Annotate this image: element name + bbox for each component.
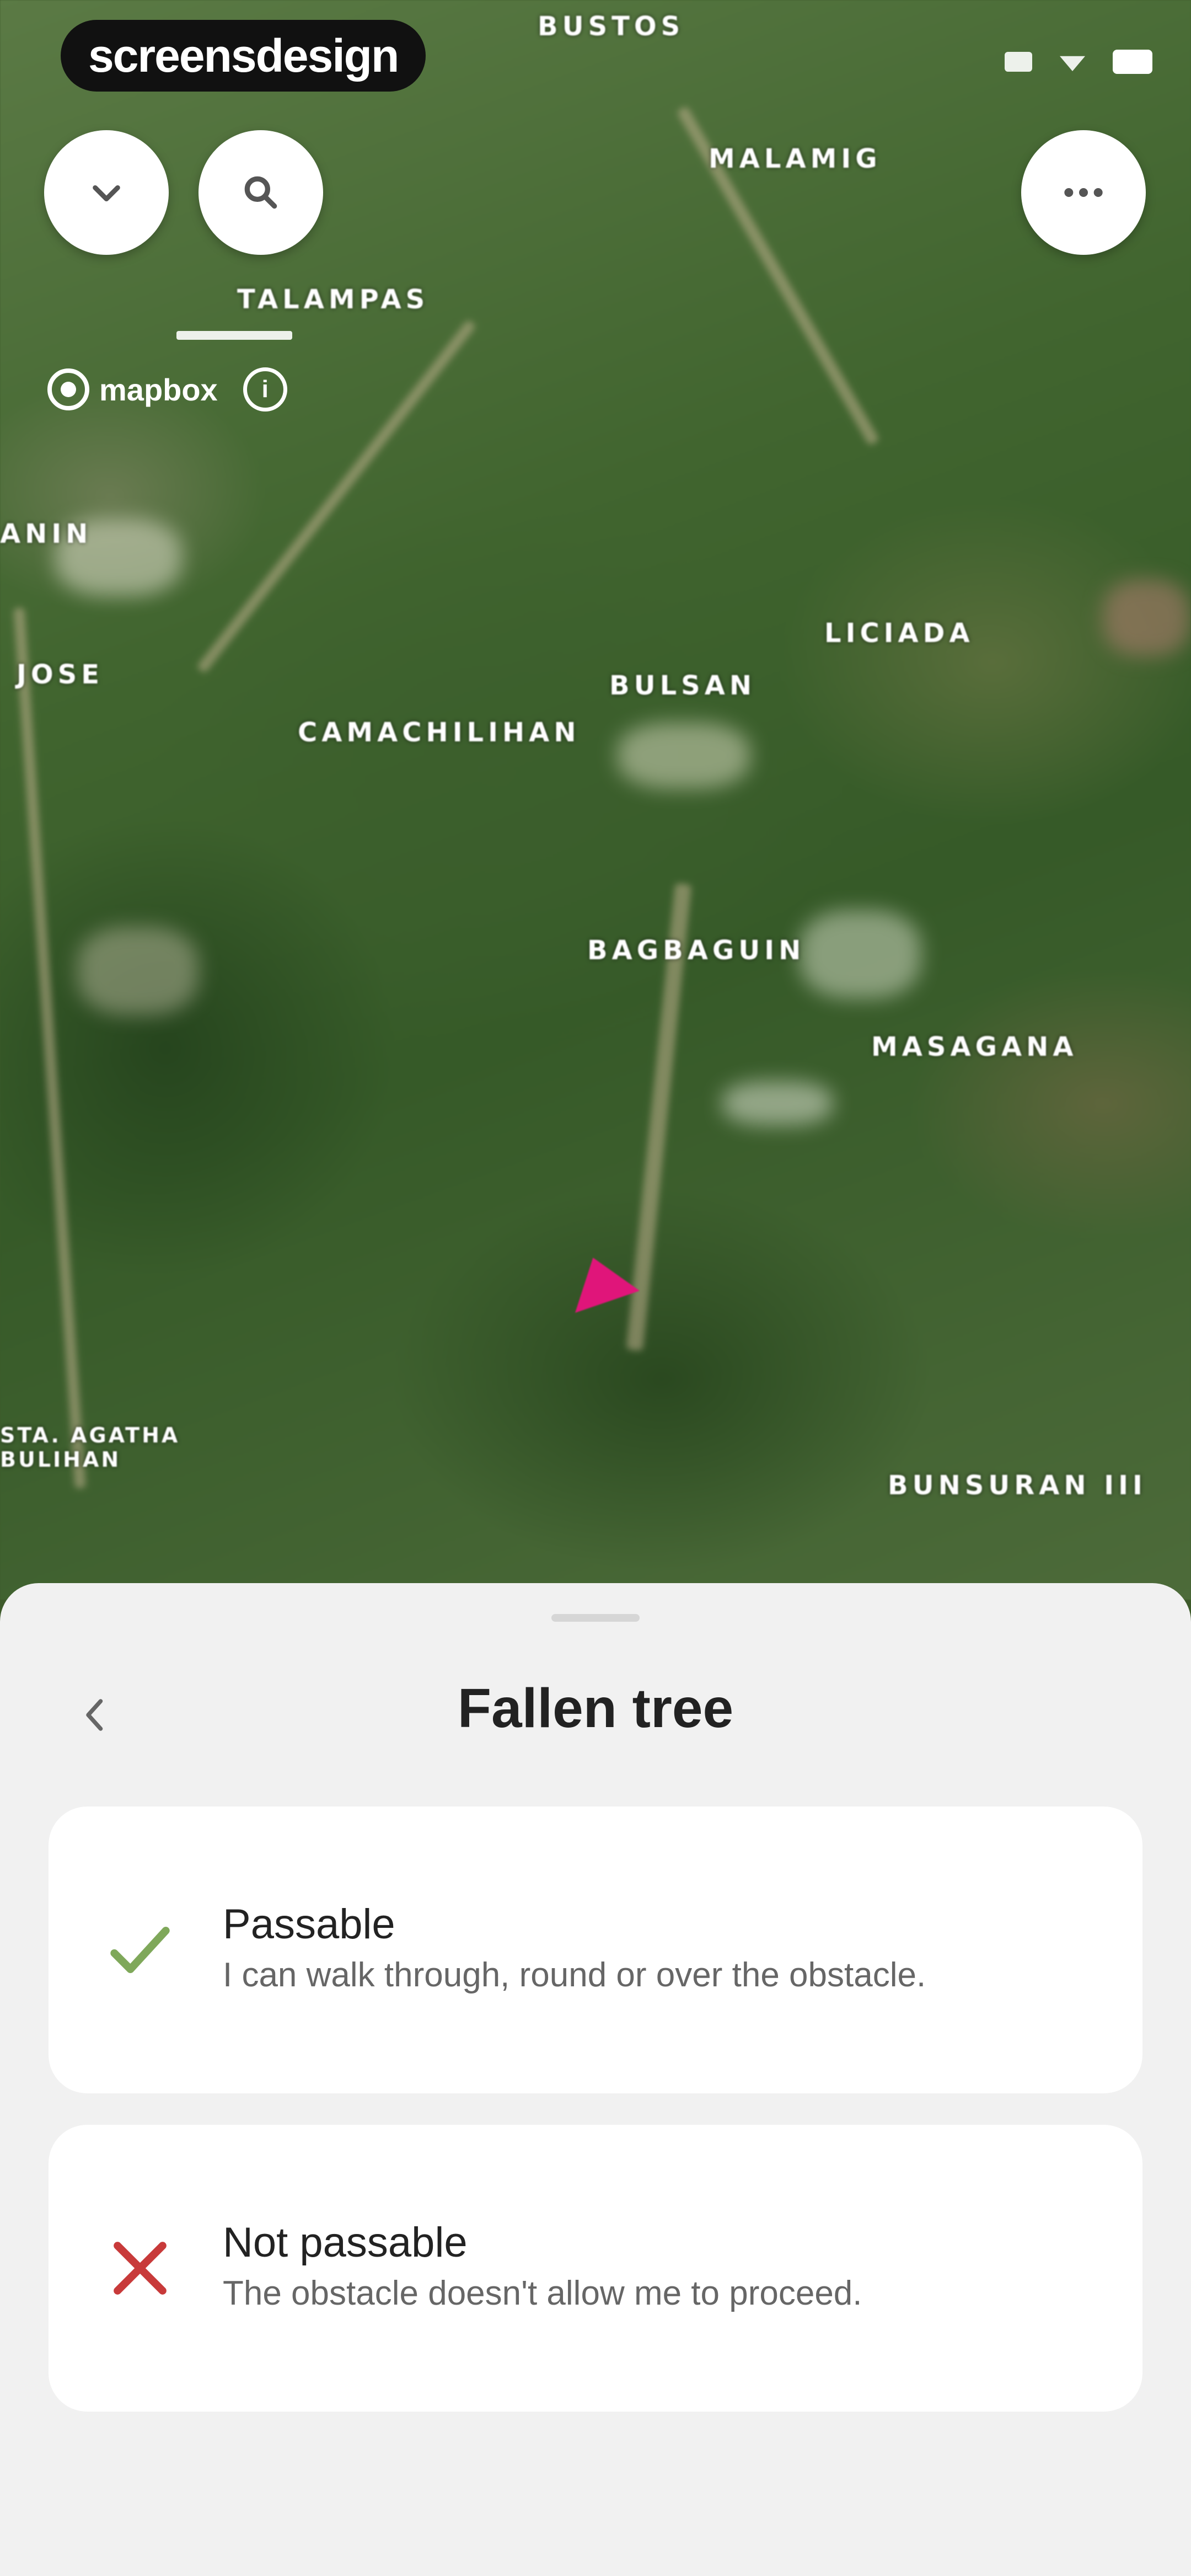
- map-label: CAMACHILIHAN: [298, 717, 581, 748]
- search-button[interactable]: [198, 130, 323, 255]
- map-label: LICIADA: [824, 618, 974, 649]
- map-terrain: [77, 927, 198, 1015]
- map-terrain: [800, 910, 921, 998]
- map-label: BUNSURAN III: [888, 1470, 1147, 1501]
- search-icon: [244, 176, 277, 209]
- brand-badge: screensdesign: [61, 20, 426, 92]
- map-label: MALAMIG: [709, 143, 882, 174]
- mapbox-logo-icon: [47, 368, 89, 410]
- map-road: [13, 607, 86, 1489]
- close-icon: [114, 2242, 167, 2295]
- mapbox-label: mapbox: [99, 372, 218, 407]
- more-horizontal-icon: [1064, 188, 1103, 197]
- option-description: I can walk through, round or over the ob…: [223, 1956, 926, 1994]
- more-button[interactable]: [1021, 130, 1146, 255]
- map-label: BAGBAGUIN: [587, 935, 806, 966]
- mapbox-attribution[interactable]: mapbox i: [47, 367, 287, 411]
- bottom-sheet: Fallen tree Passable I can walk through,…: [0, 1583, 1191, 2576]
- map-label: MASAGANA: [871, 1032, 1078, 1062]
- map-label: BULSAN: [609, 670, 757, 701]
- map-label: JOSE: [17, 659, 104, 690]
- option-title: Passable: [223, 1901, 395, 1948]
- wifi-icon: [1060, 56, 1085, 71]
- map-label: STA. AGATHA BULIHAN: [0, 1423, 180, 1472]
- collapse-button[interactable]: [44, 130, 169, 255]
- map-terrain: [618, 723, 750, 789]
- chevron-down-icon: [93, 185, 120, 202]
- map-scale-bar: [176, 331, 292, 340]
- option-title: Not passable: [223, 2219, 468, 2266]
- battery-icon: [1113, 50, 1152, 74]
- sheet-title: Fallen tree: [457, 1677, 734, 1739]
- info-symbol: i: [261, 376, 269, 403]
- map-label: TALAMPAS: [237, 284, 430, 315]
- map-terrain: [722, 1081, 833, 1125]
- option-description: The obstacle doesn't allow me to proceed…: [223, 2274, 862, 2312]
- map-view[interactable]: BUSTOS MALAMIG TALAMPAS ANIN LICIADA JOS…: [0, 0, 1191, 1600]
- map-label: ANIN: [0, 519, 93, 549]
- map-terrain: [1103, 579, 1191, 656]
- sheet-grabber[interactable]: [551, 1614, 640, 1622]
- option-passable[interactable]: Passable I can walk through, round or ov…: [49, 1807, 1142, 2093]
- map-label: BUSTOS: [538, 11, 685, 42]
- check-icon: [110, 1927, 170, 1973]
- status-bar: [1005, 50, 1152, 74]
- info-icon[interactable]: i: [243, 367, 287, 411]
- signal-icon: [1005, 52, 1032, 72]
- option-not-passable[interactable]: Not passable The obstacle doesn't allow …: [49, 2125, 1142, 2412]
- location-marker-icon[interactable]: [575, 1258, 640, 1313]
